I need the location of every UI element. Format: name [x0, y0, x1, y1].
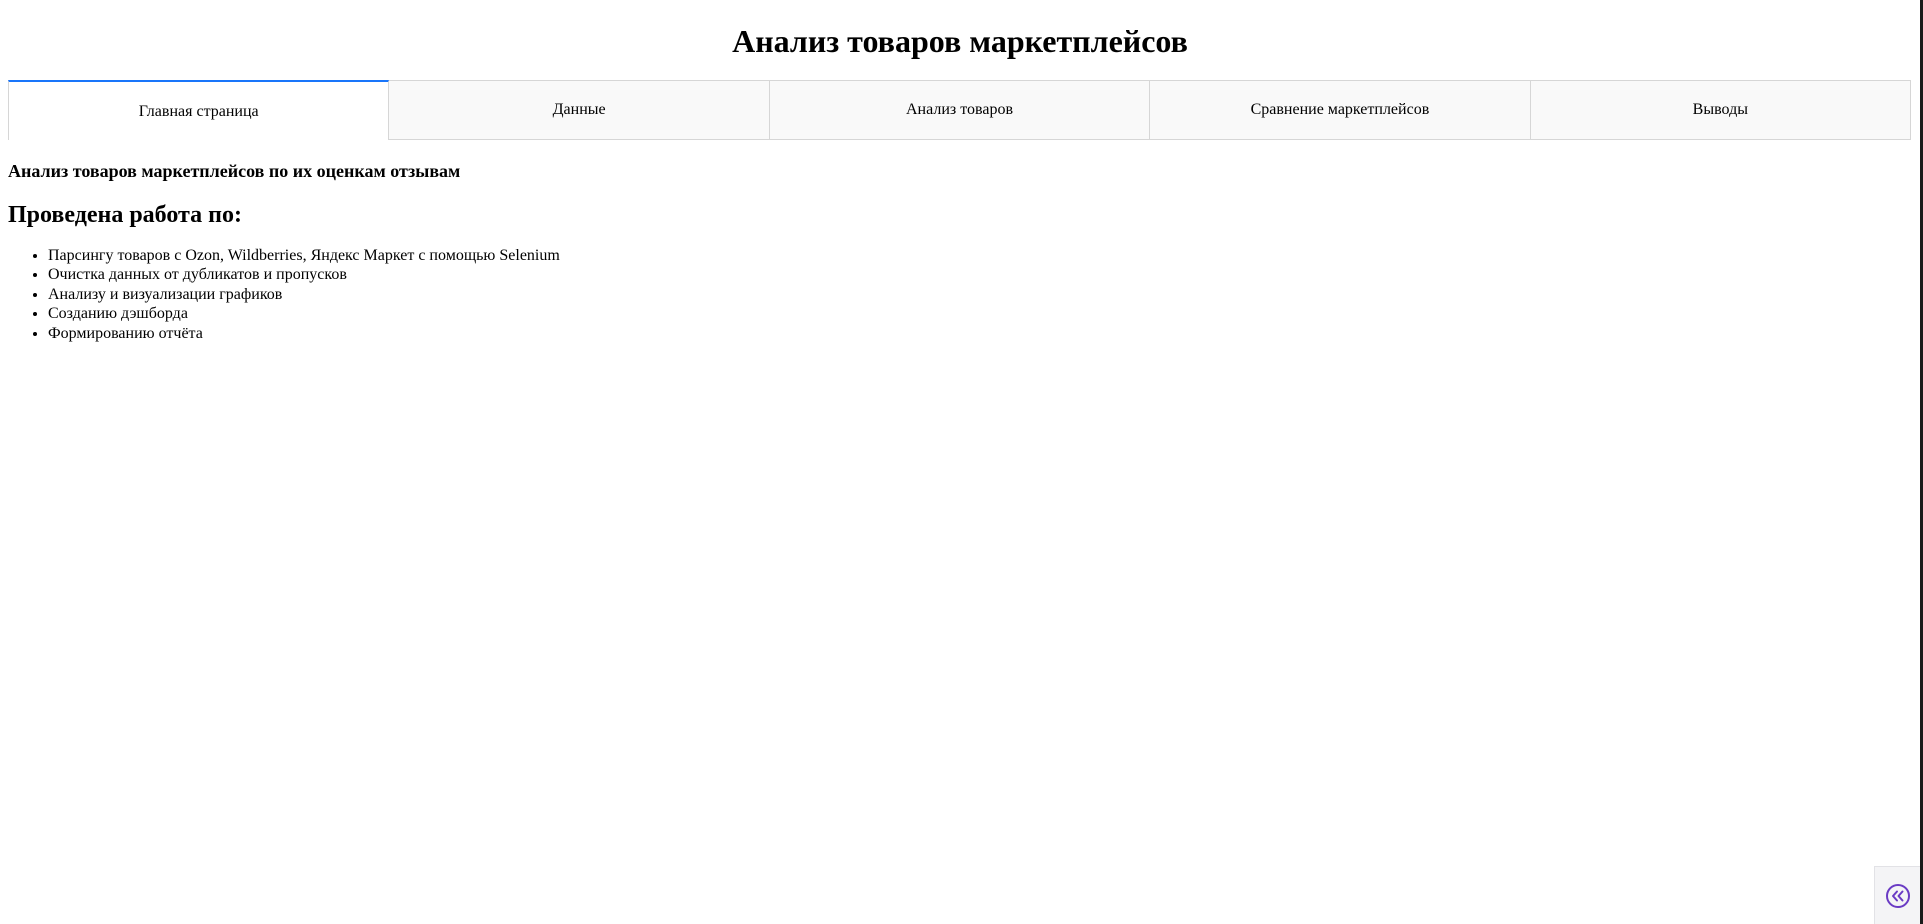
tab-home[interactable]: Главная страница [8, 80, 390, 140]
tab-product-analysis[interactable]: Анализ товаров [769, 80, 1151, 140]
tab-label: Анализ товаров [906, 101, 1014, 118]
tab-label: Данные [552, 101, 606, 118]
list-item: Парсингу товаров с Ozon, Wildberries, Ян… [48, 246, 1888, 265]
main-content: Анализ товаров маркетплейсов по их оценк… [8, 158, 1888, 343]
list-item: Анализу и визуализации графиков [48, 285, 1888, 304]
tab-label: Выводы [1692, 101, 1748, 118]
tab-conclusions[interactable]: Выводы [1530, 80, 1912, 140]
tab-label: Главная страница [138, 103, 259, 120]
page-subtitle: Анализ товаров маркетплейсов по их оценк… [8, 161, 461, 181]
tab-marketplace-comparison[interactable]: Сравнение маркетплейсов [1150, 80, 1531, 140]
section-heading: Проведена работа по: [8, 202, 242, 228]
page-title: Анализ товаров маркетплейсов [732, 23, 1188, 59]
list-item: Созданию дэшборда [48, 304, 1888, 323]
page: Анализ товаров маркетплейсов Главная стр… [0, 0, 1923, 924]
list-item: Очистка данных от дубликатов и пропусков [48, 265, 1888, 284]
sidebar-collapse-button[interactable] [1874, 866, 1920, 924]
tab-bar: Главная страница Данные Анализ товаров С… [8, 80, 1912, 140]
list-item: Формированию отчёта [48, 324, 1888, 343]
work-list: Парсингу товаров с Ozon, Wildberries, Ян… [8, 246, 1888, 343]
double-chevron-left-icon [1885, 883, 1910, 908]
tab-label: Сравнение маркетплейсов [1250, 101, 1430, 118]
tab-data[interactable]: Данные [389, 80, 770, 140]
